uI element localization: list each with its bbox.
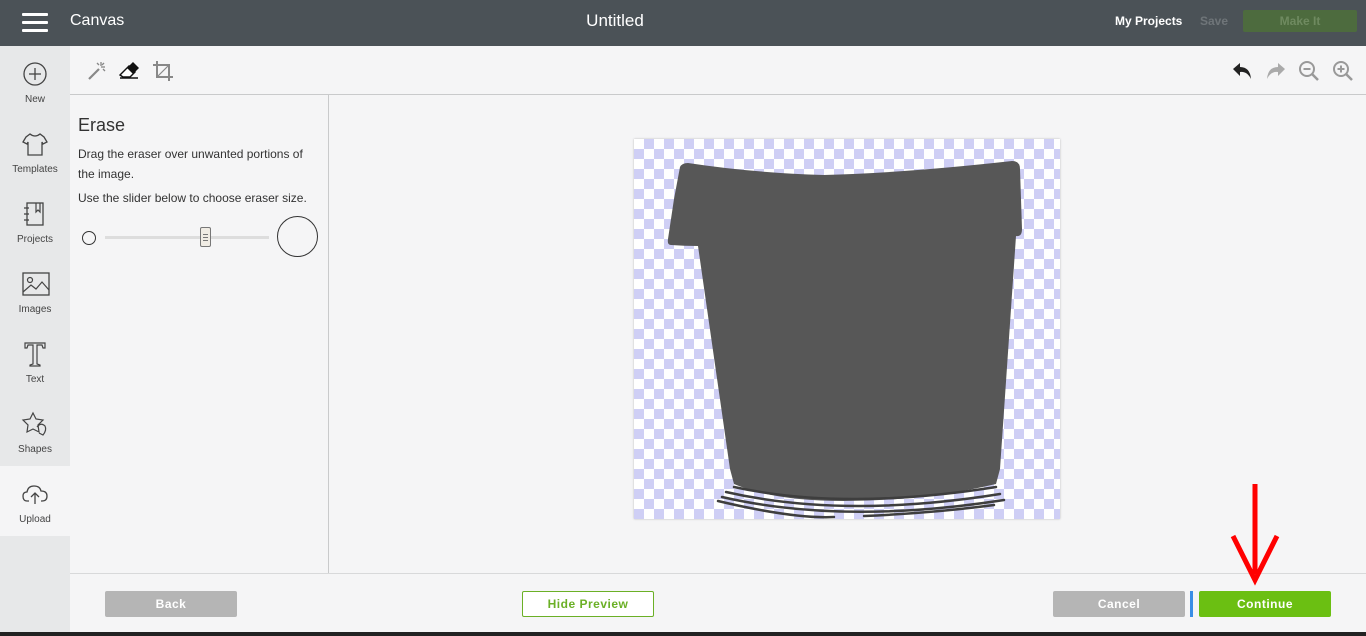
edit-toolbar [70,46,1366,95]
red-arrow-annotation [1230,484,1280,586]
sidebar-item-label: Shapes [18,444,52,455]
eraser-size-slider-track[interactable] [105,236,269,239]
make-it-button[interactable]: Make It [1243,10,1357,32]
sidebar-item-new[interactable]: New [0,46,70,116]
my-projects-link[interactable]: My Projects [1115,14,1182,28]
left-sidebar: New Templates Projects Images Text Shape… [0,46,70,636]
image-canvas[interactable] [634,139,1060,519]
eraser-icon[interactable] [118,60,140,87]
panel-title: Erase [78,115,126,135]
tshirt-icon [22,133,48,156]
top-bar: Canvas Untitled My Projects Save Make It [0,0,1366,46]
sidebar-item-text[interactable]: Text [0,326,70,396]
sidebar-item-label: Projects [16,234,54,245]
eraser-size-slider-handle[interactable] [200,227,211,247]
focus-indicator [1190,591,1193,617]
notebook-icon [24,202,44,226]
save-button[interactable]: Save [1200,14,1228,28]
cancel-button[interactable]: Cancel [1053,591,1185,617]
small-eraser-size-icon [82,231,96,245]
slider-instruction: Use the slider below to choose eraser si… [78,191,307,205]
flower-pot-image [667,161,1022,519]
undo-icon[interactable] [1230,60,1254,87]
window-bottom-edge [0,632,1366,636]
cloud-upload-icon [22,485,48,504]
sidebar-item-label: Templates [12,164,58,175]
sidebar-item-label: Images [18,304,52,315]
zoom-in-icon[interactable] [1332,60,1354,87]
magic-wand-icon[interactable] [86,60,108,87]
continue-button[interactable]: Continue [1199,591,1331,617]
crop-icon[interactable] [152,60,174,87]
footer-bar: Back Hide Preview Cancel Continue [70,573,1366,636]
large-eraser-size-icon [277,216,318,257]
sidebar-item-projects[interactable]: Projects [0,186,70,256]
document-title[interactable]: Untitled [0,11,1230,31]
plus-circle-icon [23,62,47,86]
sidebar-item-upload[interactable]: Upload [0,466,70,536]
text-icon [24,342,46,367]
sidebar-item-templates[interactable]: Templates [0,116,70,186]
sidebar-item-label: Upload [19,514,51,525]
redo-icon[interactable] [1264,60,1288,87]
erase-panel: Erase Drag the eraser over unwanted port… [70,95,329,573]
sidebar-item-images[interactable]: Images [0,256,70,326]
sidebar-item-label: New [24,94,45,105]
zoom-out-icon[interactable] [1298,60,1320,87]
sidebar-item-label: Text [25,374,45,385]
hide-preview-button[interactable]: Hide Preview [522,591,654,617]
sidebar-item-shapes[interactable]: Shapes [0,396,70,466]
back-button[interactable]: Back [105,591,237,617]
image-icon [22,272,50,296]
preview-area [330,95,1366,573]
erase-instruction: Drag the eraser over unwanted portions o… [78,147,303,181]
shapes-icon [21,411,47,436]
